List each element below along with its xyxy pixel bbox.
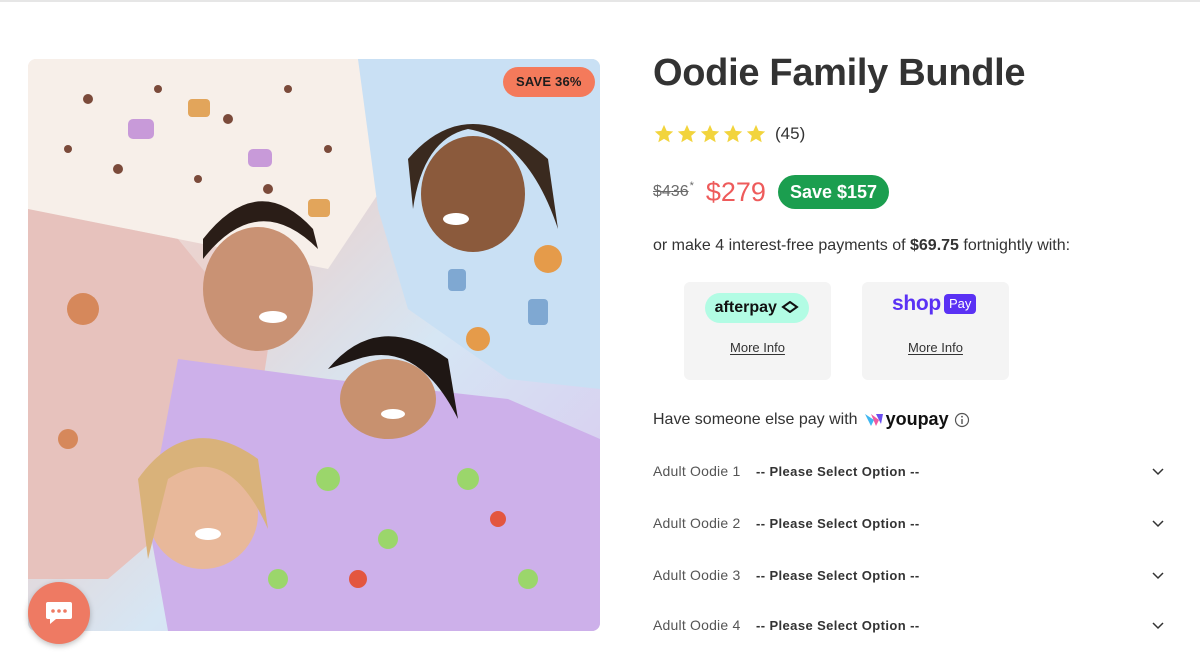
afterpay-card[interactable]: afterpay More Info bbox=[684, 282, 831, 380]
chat-button[interactable] bbox=[28, 582, 90, 644]
youpay-logo-text: youpay bbox=[885, 409, 949, 429]
option-select-value[interactable]: -- Please Select Option -- bbox=[756, 516, 1151, 531]
option-label: Adult Oodie 3 bbox=[653, 567, 741, 583]
shoppay-logo-pay: Pay bbox=[943, 294, 977, 314]
star-icon bbox=[654, 124, 674, 143]
option-select-value[interactable]: -- Please Select Option -- bbox=[756, 568, 1151, 583]
shoppay-more-info-link[interactable]: More Info bbox=[862, 340, 1009, 355]
product-photo-illustration bbox=[28, 59, 600, 631]
chevron-down-icon[interactable] bbox=[1151, 568, 1165, 582]
product-rating[interactable]: (45) bbox=[653, 123, 805, 145]
option-label: Adult Oodie 4 bbox=[653, 617, 741, 633]
shoppay-logo: shop Pay bbox=[892, 292, 977, 316]
chat-bubble-icon bbox=[46, 602, 72, 624]
youpay-text: Have someone else pay with bbox=[653, 410, 858, 428]
youpay-message: Have someone else pay with youpay bbox=[653, 409, 970, 430]
installment-prefix: or make 4 interest-free payments of bbox=[653, 237, 910, 254]
youpay-logo: youpay bbox=[864, 409, 949, 430]
option-label: Adult Oodie 1 bbox=[653, 463, 741, 479]
star-icon bbox=[746, 124, 766, 143]
chevron-down-icon[interactable] bbox=[1151, 618, 1165, 632]
product-image[interactable] bbox=[28, 59, 600, 631]
afterpay-more-info-link[interactable]: More Info bbox=[684, 340, 831, 355]
option-select-adult-oodie-4[interactable]: Adult Oodie 4 -- Please Select Option -- bbox=[653, 613, 1165, 637]
option-select-adult-oodie-2[interactable]: Adult Oodie 2 -- Please Select Option -- bbox=[653, 511, 1165, 535]
option-select-adult-oodie-1[interactable]: Adult Oodie 1 -- Please Select Option -- bbox=[653, 459, 1165, 483]
option-label: Adult Oodie 2 bbox=[653, 515, 741, 531]
option-select-adult-oodie-3[interactable]: Adult Oodie 3 -- Please Select Option -- bbox=[653, 563, 1165, 587]
option-select-value[interactable]: -- Please Select Option -- bbox=[756, 464, 1151, 479]
sale-price: $279 bbox=[705, 176, 766, 207]
installment-amount: $69.75 bbox=[910, 237, 959, 254]
rating-stars bbox=[653, 123, 767, 145]
shoppay-logo-shop: shop bbox=[892, 292, 941, 315]
original-price-footnote-mark: * bbox=[689, 180, 694, 192]
star-icon bbox=[677, 124, 697, 143]
price-row: $436 * $279 Save $157 bbox=[653, 175, 890, 209]
info-icon[interactable] bbox=[954, 412, 970, 428]
afterpay-arrows-icon bbox=[781, 300, 800, 314]
star-icon bbox=[700, 124, 720, 143]
afterpay-logo: afterpay bbox=[705, 293, 809, 323]
product-title: Oodie Family Bundle bbox=[653, 52, 1026, 94]
chevron-down-icon[interactable] bbox=[1151, 464, 1165, 478]
rating-count[interactable]: (45) bbox=[775, 124, 805, 144]
shoppay-card[interactable]: shop Pay More Info bbox=[862, 282, 1009, 380]
installment-suffix: fortnightly with: bbox=[958, 237, 1071, 254]
installment-message: or make 4 interest-free payments of $69.… bbox=[653, 237, 1070, 255]
afterpay-logo-text: afterpay bbox=[714, 299, 777, 316]
youpay-mark-icon bbox=[864, 413, 883, 426]
original-price: $436 bbox=[653, 183, 689, 200]
top-divider bbox=[0, 0, 1200, 2]
chevron-down-icon[interactable] bbox=[1151, 516, 1165, 530]
savings-badge: Save $157 bbox=[777, 175, 890, 209]
option-select-value[interactable]: -- Please Select Option -- bbox=[756, 618, 1151, 633]
save-percent-badge: SAVE 36% bbox=[503, 67, 595, 97]
star-icon bbox=[723, 124, 743, 143]
